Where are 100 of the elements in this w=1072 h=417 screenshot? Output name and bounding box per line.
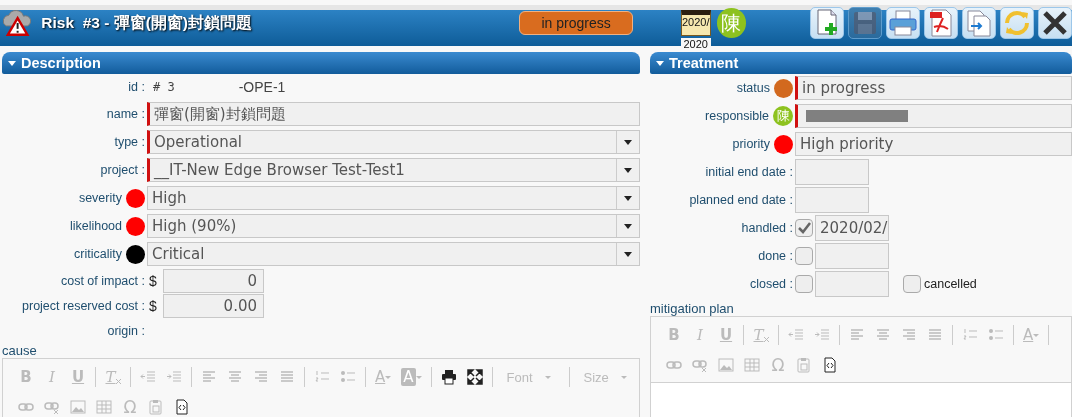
justify-icon: [927, 327, 943, 343]
section-header[interactable]: Treatment: [650, 52, 1072, 74]
field-label: responsible: [705, 109, 769, 123]
caret-icon: [624, 167, 632, 173]
collapse-icon: [8, 60, 16, 66]
dropdown-field[interactable]: High (90%): [147, 214, 640, 238]
align-center-icon: [227, 369, 243, 385]
checkbox-label: cancelled: [924, 277, 977, 291]
pdf-button[interactable]: [924, 7, 958, 39]
image-icon: [718, 357, 734, 373]
caret-icon: [415, 375, 422, 379]
calendar-date: 2020: [680, 38, 711, 50]
field-label: planned end date :: [689, 193, 793, 207]
outdent-icon: [140, 369, 156, 385]
date-field[interactable]: [795, 187, 869, 213]
field-label: project :: [100, 163, 145, 177]
small-x-icon: [115, 378, 121, 384]
id-number: # 3: [152, 80, 175, 94]
checkbox[interactable]: [795, 247, 813, 265]
caret-icon: [385, 375, 392, 379]
currency-symbol: $: [149, 272, 158, 289]
field-label: project reserved cost :: [22, 298, 145, 313]
outdent-icon: [788, 327, 804, 343]
align-right-icon: [901, 327, 917, 343]
field-label: priority: [732, 137, 770, 151]
caret-icon: [1033, 333, 1040, 337]
section-header[interactable]: Description: [2, 52, 640, 74]
dropdown-field[interactable]: in progress: [795, 76, 1072, 100]
collapse-icon: [656, 60, 664, 66]
field-label: status: [736, 81, 770, 95]
field-label: criticality: [74, 247, 122, 261]
unlink-icon: [692, 357, 708, 373]
align-left-icon: [849, 327, 865, 343]
unlink-icon: [44, 399, 60, 415]
checkbox[interactable]: [795, 275, 813, 293]
small-x-icon: [763, 336, 769, 342]
amount-field[interactable]: 0: [163, 268, 264, 293]
field-label: closed :: [749, 277, 793, 291]
dropdown-field[interactable]: __IT-New Edge Browser Test-Test1: [147, 158, 640, 182]
bulleted-list-icon: [988, 327, 1004, 343]
close-button[interactable]: [1038, 7, 1072, 39]
field-label: handled :: [741, 221, 793, 235]
justify-icon: [279, 369, 295, 385]
clipboard-icon: [148, 399, 164, 415]
maximize-icon: [466, 369, 483, 385]
copy-button[interactable]: [962, 7, 996, 39]
dropdown-field[interactable]: [795, 104, 1072, 128]
editor-label: mitigation plan: [650, 302, 735, 316]
field-label: type :: [114, 135, 145, 149]
align-right-icon: [253, 369, 269, 385]
field-label: likelihood: [69, 219, 122, 233]
table-icon: [744, 357, 760, 373]
risk-warning-icon: [2, 8, 32, 38]
field-label: name :: [106, 107, 145, 121]
indent-icon: [166, 369, 182, 385]
caret-icon: [620, 375, 627, 379]
new-document-button[interactable]: [810, 7, 844, 39]
dropdown-field[interactable]: Operational: [147, 130, 640, 154]
check-icon: [797, 221, 811, 235]
caret-icon: [624, 223, 632, 229]
table-icon: [96, 399, 112, 415]
window-title: Risk #3 - 彈窗(開窗)封鎖問題: [41, 12, 253, 33]
field-label: id :: [128, 80, 145, 94]
dropdown-field[interactable]: High priority: [795, 132, 1072, 156]
caret-icon: [544, 375, 551, 379]
field-label: severity: [78, 191, 122, 205]
printer-icon: [887, 7, 919, 39]
reference-code: -OPE-1: [238, 79, 286, 95]
date-field[interactable]: [815, 243, 889, 269]
checkbox[interactable]: [903, 275, 921, 293]
currency-symbol: $: [149, 297, 158, 314]
indent-icon: [814, 327, 830, 343]
status-badge: in progress: [519, 11, 633, 35]
editor-label: cause: [2, 344, 38, 358]
calendar-date: 2020/: [681, 15, 710, 30]
dropdown-field[interactable]: Critical: [147, 242, 640, 266]
align-center-icon: [875, 327, 891, 343]
caret-icon: [624, 251, 632, 257]
editor-content-area[interactable]: [651, 382, 1071, 417]
align-left-icon: [201, 369, 217, 385]
caret-icon: [624, 195, 632, 201]
image-icon: [70, 399, 86, 415]
bulleted-list-icon: [340, 369, 356, 385]
checkbox[interactable]: [795, 219, 813, 237]
date-field[interactable]: [815, 271, 889, 297]
field-label: initial end date :: [705, 165, 793, 179]
dropdown-field[interactable]: High: [147, 186, 640, 210]
amount-field[interactable]: 0.00: [163, 293, 264, 318]
user-avatar: 陳: [716, 8, 746, 38]
user-avatar: 陳: [773, 106, 793, 126]
source-code-icon: [822, 357, 838, 373]
printer-icon: [440, 369, 457, 385]
date-field[interactable]: 2020/02/: [815, 215, 889, 241]
clipboard-icon: [796, 357, 812, 373]
numbered-list-icon: [962, 327, 978, 343]
caret-icon: [624, 139, 632, 145]
date-field[interactable]: [795, 159, 869, 185]
text-field[interactable]: 彈窗(開窗)封鎖問題: [147, 102, 640, 126]
field-label: cost of impact :: [60, 273, 145, 288]
numbered-list-icon: [314, 369, 330, 385]
